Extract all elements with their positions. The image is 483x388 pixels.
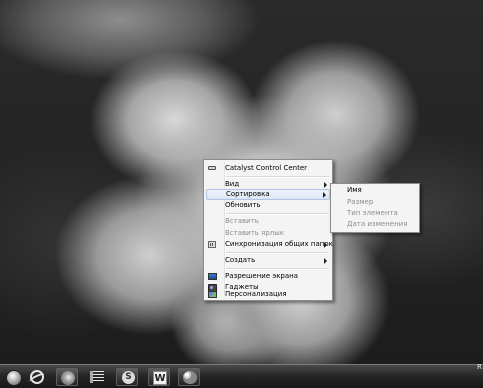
taskbar-button-internet-explorer[interactable] [26, 368, 48, 386]
menu-item-paste[interactable]: Вставить [206, 216, 330, 227]
menu-item-label: Синхронизация общих папок [225, 240, 333, 248]
task-list-icon [90, 371, 104, 383]
menu-separator [226, 213, 329, 215]
submenu-arrow-icon [324, 242, 327, 248]
display-icon [208, 273, 217, 280]
internet-explorer-icon [30, 370, 44, 384]
menu-item-catalyst-control-center[interactable]: Catalyst Control Center [206, 163, 330, 174]
submenu-item-label: Имя [347, 186, 362, 194]
menu-item-label: Создать [225, 256, 256, 264]
taskbar-button-task-list[interactable] [86, 368, 108, 386]
menu-item-label: Вставить [225, 217, 259, 225]
menu-item-sort[interactable]: Сортировка [206, 189, 330, 200]
firefox-icon [61, 371, 75, 385]
word-icon: W [153, 371, 167, 385]
menu-item-sync-shared-folders[interactable]: Синхронизация общих папок [206, 239, 333, 250]
personalization-icon [208, 291, 217, 298]
menu-separator [226, 268, 329, 270]
start-button[interactable] [2, 368, 24, 386]
menu-item-label: Обновить [225, 201, 261, 209]
paint-icon [183, 371, 197, 384]
menu-item-personalization[interactable]: Персонализация [206, 288, 330, 299]
menu-item-refresh[interactable]: Обновить [206, 200, 330, 211]
taskbar: S W [0, 364, 483, 388]
taskbar-button-paint[interactable] [178, 368, 200, 386]
submenu-item-name[interactable]: Имя [333, 185, 417, 196]
taskbar-button-word[interactable]: W [148, 368, 170, 386]
sort-submenu: Имя Размер Тип элемента Дата изменения [330, 183, 420, 233]
desktop-context-menu: Catalyst Control Center Вид Сортировка О… [203, 159, 333, 301]
menu-item-paste-shortcut[interactable]: Вставить ярлык [206, 228, 330, 239]
submenu-arrow-icon [324, 182, 327, 188]
menu-item-label: Catalyst Control Center [225, 164, 308, 172]
skype-icon: S [122, 371, 135, 384]
submenu-arrow-icon [323, 192, 326, 198]
submenu-item-size[interactable]: Размер [333, 197, 417, 208]
start-orb-icon [6, 370, 22, 386]
menu-item-new[interactable]: Создать [206, 255, 330, 266]
taskbar-button-firefox[interactable] [56, 368, 78, 386]
menu-item-label: Вставить ярлык [225, 229, 285, 237]
submenu-item-label: Дата изменения [347, 220, 408, 228]
submenu-item-label: Размер [347, 198, 374, 206]
submenu-item-date-modified[interactable]: Дата изменения [333, 219, 417, 230]
taskbar-button-skype[interactable]: S [116, 368, 138, 386]
menu-item-screen-resolution[interactable]: Разрешение экрана [206, 271, 330, 282]
submenu-arrow-icon [324, 258, 327, 264]
desktop[interactable]: Catalyst Control Center Вид Сортировка О… [0, 0, 483, 388]
menu-item-label: Сортировка [226, 190, 270, 198]
menu-item-label: Разрешение экрана [225, 272, 299, 280]
menu-separator [226, 176, 329, 178]
submenu-item-label: Тип элемента [347, 209, 398, 217]
menu-separator [226, 252, 329, 254]
sync-icon [208, 241, 216, 248]
menu-item-label: Персонализация [225, 290, 287, 298]
tray-text: R [477, 363, 482, 371]
catalyst-icon [208, 166, 216, 170]
submenu-item-type[interactable]: Тип элемента [333, 208, 417, 219]
